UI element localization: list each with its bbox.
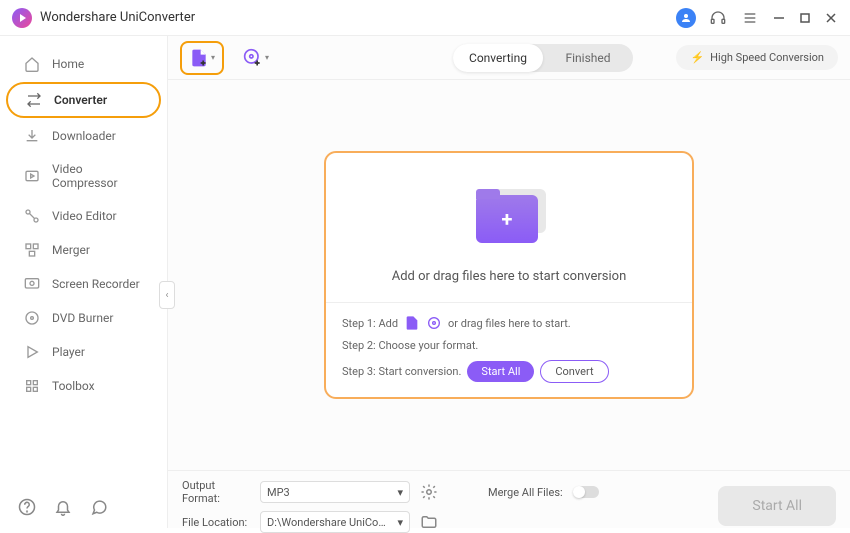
sidebar-item-label: Converter (54, 93, 107, 107)
dvd-icon (24, 310, 40, 326)
sidebar-item-merger[interactable]: Merger (6, 234, 161, 266)
sidebar-item-downloader[interactable]: Downloader (6, 120, 161, 152)
chevron-down-icon: ▾ (265, 53, 269, 62)
merge-label: Merge All Files: (488, 486, 563, 499)
open-folder-icon[interactable] (420, 513, 438, 531)
chevron-down-icon: ▾ (397, 516, 403, 529)
step-3: Step 3: Start conversion. Start All Conv… (342, 360, 676, 383)
add-disc-icon (426, 315, 442, 331)
step-1: Step 1: Add or drag files here to start. (342, 315, 676, 331)
output-format-label: Output Format: (182, 479, 250, 505)
file-location-label: File Location: (182, 516, 250, 529)
player-icon (24, 344, 40, 360)
sidebar-item-home[interactable]: Home (6, 48, 161, 80)
tab-converting[interactable]: Converting (453, 44, 543, 72)
high-speed-button[interactable]: ⚡ High Speed Conversion (676, 45, 838, 70)
sidebar-item-recorder[interactable]: Screen Recorder (6, 268, 161, 300)
file-location-select[interactable]: D:\Wondershare UniConverter ▾ (260, 511, 410, 533)
tab-finished[interactable]: Finished (543, 44, 633, 72)
sidebar-item-label: Player (52, 345, 85, 359)
bottombar: Output Format: MP3 ▾ Merge All Files: Fi… (168, 470, 850, 528)
convert-pill[interactable]: Convert (540, 360, 608, 383)
chat-icon[interactable] (90, 498, 108, 516)
sidebar-item-player[interactable]: Player (6, 336, 161, 368)
sidebar-item-label: Video Compressor (52, 162, 143, 190)
minimize-icon[interactable] (772, 11, 786, 25)
sidebar-item-label: Screen Recorder (52, 277, 140, 291)
sidebar-item-compressor[interactable]: Video Compressor (6, 154, 161, 198)
compressor-icon (24, 168, 40, 184)
headset-icon[interactable] (708, 8, 728, 28)
sidebar-item-label: Home (52, 57, 84, 71)
titlebar: Wondershare UniConverter (0, 0, 850, 36)
sidebar-item-label: Downloader (52, 129, 116, 143)
dropzone[interactable]: + Add or drag files here to start conver… (324, 151, 694, 399)
merge-toggle[interactable] (573, 486, 599, 498)
start-all-button[interactable]: Start All (718, 486, 836, 526)
app-title: Wondershare UniConverter (40, 10, 195, 25)
folder-add-icon: + (464, 181, 554, 251)
sidebar-item-editor[interactable]: Video Editor (6, 200, 161, 232)
toolbar: ▾ ▾ Converting Finished ⚡ High Speed Con… (168, 36, 850, 80)
start-all-pill[interactable]: Start All (467, 361, 534, 382)
toolbox-icon (24, 378, 40, 394)
chevron-down-icon: ▾ (397, 486, 403, 499)
sidebar-item-label: Merger (52, 243, 90, 257)
home-icon (24, 56, 40, 72)
maximize-icon[interactable] (798, 11, 812, 25)
nav-list: Home Converter Downloader Video Compress… (0, 36, 167, 486)
output-format-select[interactable]: MP3 ▾ (260, 481, 410, 503)
editor-icon (24, 208, 40, 224)
sidebar-collapse-button[interactable]: ‹ (159, 281, 175, 309)
help-icon[interactable] (18, 498, 36, 516)
bolt-icon: ⚡ (690, 51, 704, 64)
sidebar-item-label: Video Editor (52, 209, 117, 223)
main-area: ▾ ▾ Converting Finished ⚡ High Speed Con… (168, 36, 850, 528)
merger-icon (24, 242, 40, 258)
menu-icon[interactable] (740, 8, 760, 28)
app-logo (12, 8, 32, 28)
settings-gear-icon[interactable] (420, 483, 438, 501)
bell-icon[interactable] (54, 498, 72, 516)
sidebar-item-toolbox[interactable]: Toolbox (6, 370, 161, 402)
add-dvd-button[interactable]: ▾ (234, 41, 278, 75)
tabs: Converting Finished (453, 44, 633, 72)
sidebar-item-label: Toolbox (52, 379, 95, 393)
sidebar-item-converter[interactable]: Converter (6, 82, 161, 118)
add-file-icon (404, 315, 420, 331)
sidebar-item-label: DVD Burner (52, 311, 113, 325)
high-speed-label: High Speed Conversion (710, 51, 824, 64)
add-file-button[interactable]: ▾ (180, 41, 224, 75)
downloader-icon (24, 128, 40, 144)
close-icon[interactable] (824, 11, 838, 25)
chevron-down-icon: ▾ (211, 53, 215, 62)
sidebar: ‹ Home Converter Downloader Video Compre… (0, 36, 168, 528)
user-avatar-icon[interactable] (676, 8, 696, 28)
sidebar-item-dvd[interactable]: DVD Burner (6, 302, 161, 334)
step-2: Step 2: Choose your format. (342, 339, 676, 352)
dropzone-text: Add or drag files here to start conversi… (392, 269, 627, 284)
converter-icon (26, 92, 42, 108)
recorder-icon (24, 276, 40, 292)
